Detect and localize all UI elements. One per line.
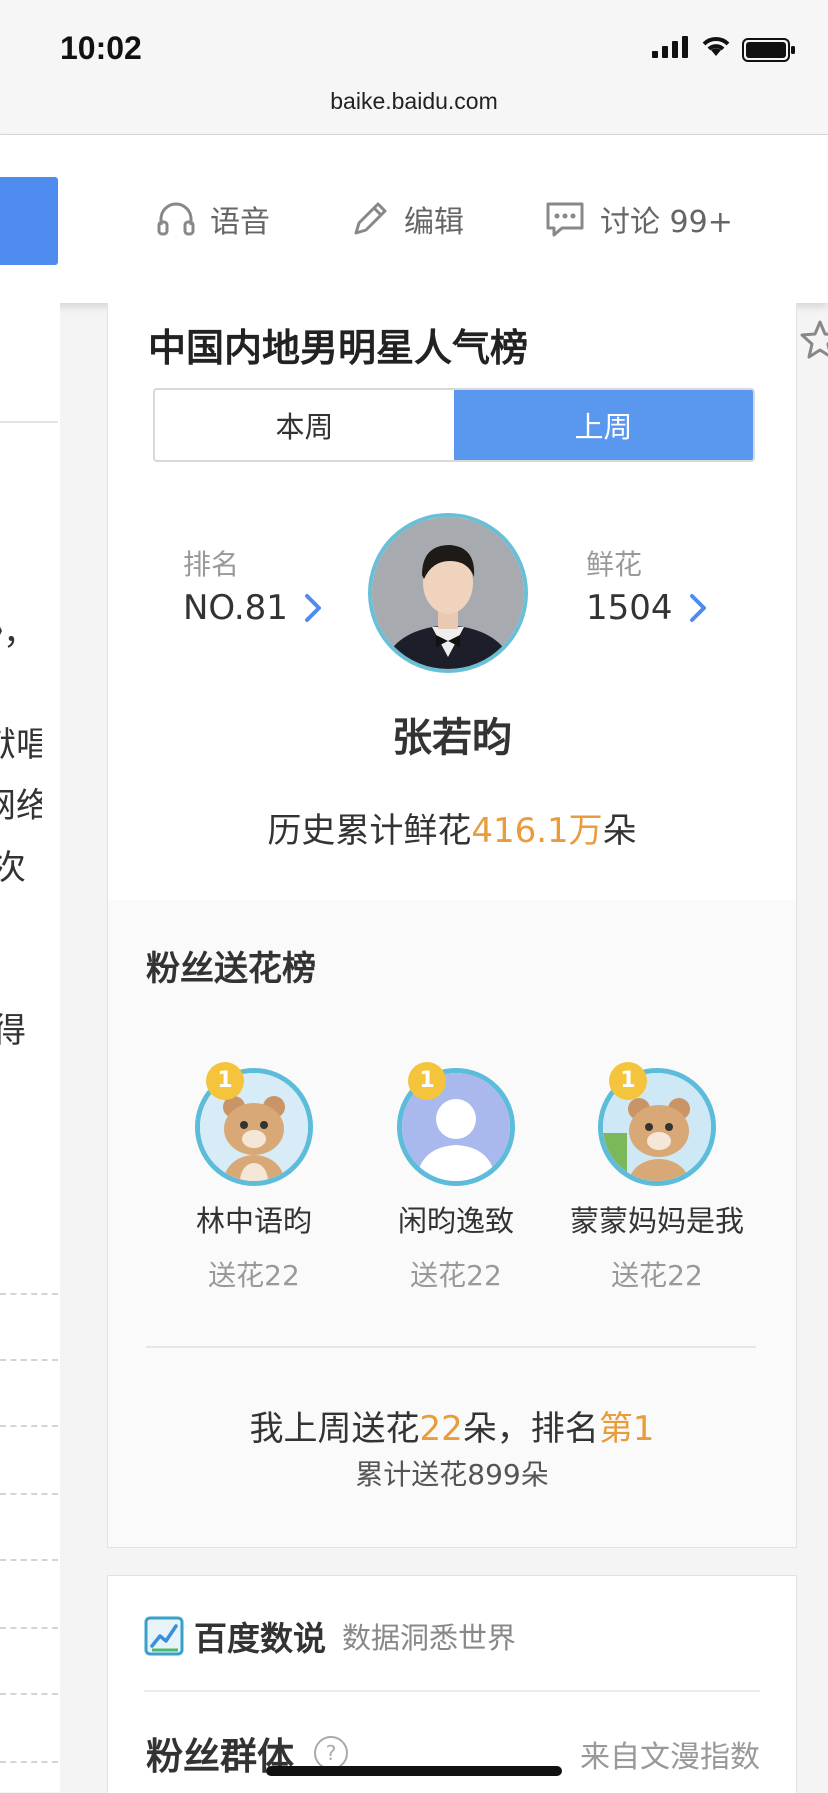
my-total-flowers: 累计送花899朵 <box>355 1458 549 1491</box>
data-source-label: 来自文漫指数 <box>580 1740 760 1775</box>
tab-this-week[interactable]: 本周 <box>155 390 454 460</box>
discuss-label: 讨论 99+ <box>600 205 733 240</box>
text-fragment: 》， <box>0 613 37 653</box>
star-avatar[interactable] <box>368 513 528 673</box>
fan-item[interactable]: 1 闲昀逸致 送花22 <box>356 1062 556 1294</box>
dashed-divider <box>0 1425 58 1427</box>
article-toolbar: 语音 编辑 讨论 99+ <box>0 135 828 359</box>
dashed-divider <box>0 1627 58 1629</box>
chevron-right-icon <box>304 594 321 622</box>
my-count: 22 <box>419 1409 463 1449</box>
my-flower-summary: 我上周送花22朵，排名第1 <box>108 1401 796 1450</box>
flowers-value: 1504 <box>586 588 673 628</box>
history-flowers: 历史累计鲜花416.1万朵 <box>108 803 796 852</box>
text-fragment: 》 <box>0 655 44 704</box>
ranking-summary: 中国内地男明星人气榜 本周 上周 排名 NO.81 鲜花 1504 张若昀 历史… <box>108 303 796 900</box>
rank-badge: 1 <box>408 1062 446 1100</box>
pencil-icon <box>354 202 387 235</box>
dashed-divider <box>0 1693 58 1695</box>
headphones-icon <box>157 202 195 236</box>
shuo-brand: 百度数说 <box>194 1619 326 1658</box>
rank-label: 排名 <box>183 548 240 581</box>
fan-gift-count: 送花22 <box>208 1259 300 1292</box>
divider <box>146 1346 756 1348</box>
address-bar-url[interactable]: baike.baidu.com <box>0 88 828 115</box>
dashed-divider <box>0 1359 58 1361</box>
star-ranking-card: 中国内地男明星人气榜 本周 上周 排名 NO.81 鲜花 1504 张若昀 历史… <box>107 303 797 1548</box>
my-rank: 第1 <box>598 1409 655 1449</box>
star-name: 张若昀 <box>392 715 512 761</box>
portrait-image <box>372 517 524 669</box>
fan-name: 林中语昀 <box>195 1204 312 1238</box>
fan-name: 蒙蒙妈妈是我 <box>569 1204 744 1238</box>
shuo-slogan: 数据洞悉世界 <box>342 1621 517 1655</box>
flowers-label: 鲜花 <box>586 548 643 581</box>
toolbar-primary-button[interactable] <box>0 177 58 265</box>
ranking-title: 中国内地男明星人气榜 <box>148 326 529 370</box>
divider <box>0 421 58 423</box>
divider <box>144 1690 760 1692</box>
fan-name: 闲昀逸致 <box>397 1204 514 1238</box>
rank-value: NO.81 <box>183 588 288 628</box>
fan-gift-count: 送花22 <box>410 1259 502 1292</box>
edit-label: 编辑 <box>404 205 464 240</box>
status-time: 10:02 <box>60 30 142 66</box>
my-middle: 朵，排名 <box>462 1409 599 1449</box>
rank-link[interactable]: NO.81 <box>183 588 322 628</box>
chat-bubble-icon <box>546 202 584 237</box>
dashed-divider <box>0 1293 58 1295</box>
battery-icon <box>742 38 795 62</box>
text-fragment: 网络 <box>0 786 42 826</box>
history-suffix: 朵 <box>602 811 637 851</box>
rank-badge: 1 <box>206 1062 244 1100</box>
cellular-signal-icon <box>652 36 688 58</box>
my-prefix: 我上周送花 <box>249 1409 420 1449</box>
article-body-fragment: 》， 》 献唱 网络 次 得 <box>0 303 60 1792</box>
history-value: 416.1万 <box>471 811 603 851</box>
shuo-header: 百度数说 数据洞悉世界 <box>144 1612 516 1660</box>
week-tabs: 本周 上周 <box>153 388 755 462</box>
baidu-shuo-card: 百度数说 数据洞悉世界 粉丝群体 ? 来自文漫指数 <box>107 1575 797 1793</box>
history-prefix: 历史累计鲜花 <box>267 811 472 851</box>
text-fragment: 次 <box>0 848 26 888</box>
rank-badge: 1 <box>609 1062 647 1100</box>
chart-logo-icon <box>144 1616 184 1656</box>
chevron-right-icon <box>689 594 706 622</box>
wifi-icon <box>702 37 730 56</box>
star-icon[interactable] <box>800 319 828 359</box>
fan-item[interactable]: 1 林中语昀 送花22 <box>154 1062 354 1294</box>
edit-button[interactable]: 编辑 <box>350 189 464 249</box>
dashed-divider <box>0 1761 58 1763</box>
home-indicator[interactable] <box>266 1766 562 1776</box>
fans-ranking-title: 粉丝送花榜 <box>146 949 316 989</box>
dashed-divider <box>0 1559 58 1561</box>
flowers-link[interactable]: 1504 <box>586 588 707 628</box>
text-fragment: 得 <box>0 1011 26 1051</box>
voice-button[interactable]: 语音 <box>156 189 270 249</box>
tab-last-week[interactable]: 上周 <box>454 390 753 460</box>
status-bar: 10:02 baike.baidu.com <box>0 0 828 135</box>
text-fragment: 献唱 <box>0 725 42 765</box>
help-icon[interactable]: ? <box>314 1736 348 1770</box>
voice-label: 语音 <box>210 205 270 240</box>
dashed-divider <box>0 1493 58 1495</box>
fan-gift-count: 送花22 <box>611 1259 703 1292</box>
fan-item[interactable]: 1 蒙蒙妈妈是我 送花22 <box>557 1062 757 1294</box>
discuss-button[interactable]: 讨论 99+ <box>544 189 733 249</box>
